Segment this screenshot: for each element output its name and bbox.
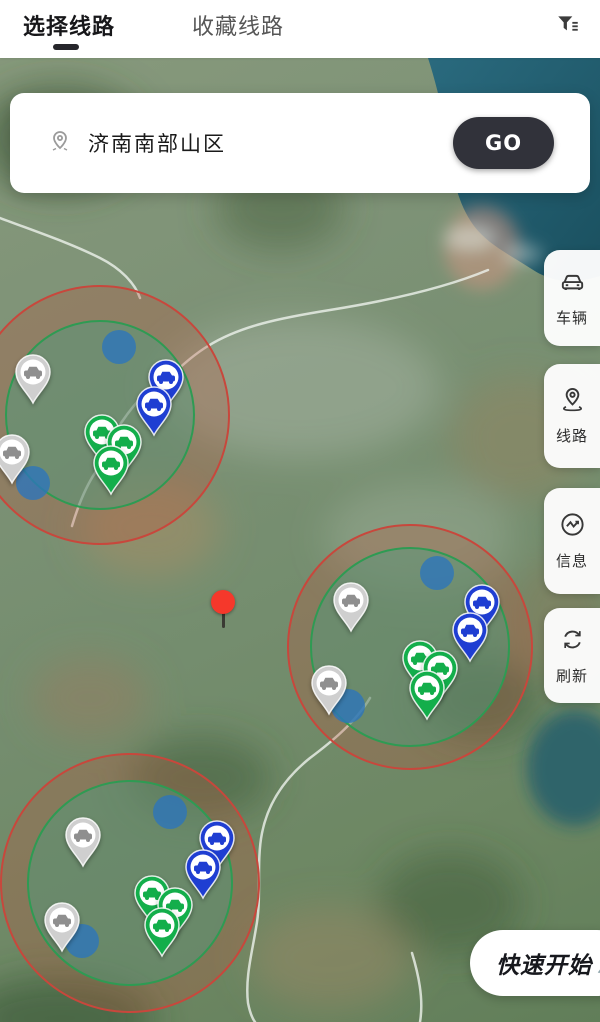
vehicle-pin-gray[interactable] (0, 433, 32, 485)
search-location-text[interactable]: 济南南部山区 (88, 128, 453, 158)
vehicle-pin-green[interactable] (91, 444, 131, 496)
vehicle-pin-gray[interactable] (331, 581, 371, 633)
side-button-refresh[interactable]: 刷新 (544, 608, 600, 703)
route-pin-icon (559, 386, 586, 418)
map-annotations-layer (0, 58, 600, 1022)
area-dot-marker (420, 556, 454, 590)
side-button-vehicles[interactable]: 车辆 (544, 250, 600, 346)
side-button-label: 刷新 (556, 665, 588, 686)
refresh-icon (559, 626, 586, 658)
side-button-routes[interactable]: 线路 (544, 364, 600, 468)
vehicle-pin-green[interactable] (142, 906, 182, 958)
area-dot-marker (102, 330, 136, 364)
search-card: 济南南部山区 GO (10, 93, 590, 193)
side-button-label: 信息 (556, 550, 588, 571)
filter-icon (555, 12, 581, 43)
filter-button[interactable] (552, 11, 584, 43)
side-button-info[interactable]: 信息 (544, 488, 600, 594)
vehicle-pin-gray[interactable] (63, 816, 103, 868)
area-dot-marker (153, 795, 187, 829)
satellite-map[interactable]: 济南南部山区 GO 车辆 线路 (0, 58, 600, 1022)
go-button[interactable]: GO (453, 117, 554, 169)
center-pushpin (211, 590, 235, 614)
quick-start-label: 快速开始 (496, 946, 592, 980)
active-tab-indicator (53, 44, 79, 50)
location-pin-icon (48, 129, 72, 158)
tab-select-route[interactable]: 选择线路 (23, 14, 115, 40)
vehicle-pin-gray[interactable] (42, 901, 82, 953)
vehicle-pin-gray[interactable] (309, 664, 349, 716)
tab-favorite-routes[interactable]: 收藏线路 (192, 14, 284, 40)
vehicle-pin-gray[interactable] (13, 353, 53, 405)
side-button-label: 车辆 (556, 307, 588, 328)
vehicle-pin-green[interactable] (407, 669, 447, 721)
info-pulse-icon (559, 511, 586, 543)
top-tab-bar: 选择线路 收藏线路 (0, 0, 600, 58)
quick-start-button[interactable]: 快速开始 》 (470, 930, 600, 996)
side-button-label: 线路 (556, 425, 588, 446)
car-icon (559, 268, 586, 300)
